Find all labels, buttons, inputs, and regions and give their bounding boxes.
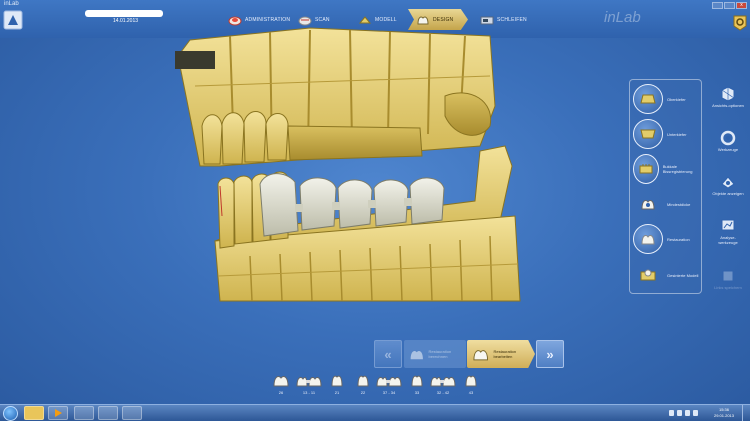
view-sintered-model[interactable]: Gesinterte Modell (633, 258, 701, 292)
save-button[interactable]: Links speichern (712, 268, 744, 290)
help-icon[interactable] (732, 14, 748, 32)
start-button[interactable] (3, 406, 18, 421)
min-thickness-icon (633, 189, 663, 219)
tool-label: Analyse-werkzeuge (718, 235, 738, 245)
view-label: Gesinterte Modell (667, 272, 699, 278)
taskbar-app-media[interactable] (48, 406, 68, 420)
minimize-button[interactable] (712, 2, 723, 9)
taskbar-app-folder[interactable] (24, 406, 44, 420)
tooth-43[interactable]: 43 (457, 372, 485, 395)
view-options-button[interactable]: Ansichts-optionen (712, 86, 744, 108)
tools-button[interactable]: Werkzeuge (712, 130, 744, 152)
bridge-icon (376, 377, 402, 387)
tooth-32-42[interactable]: 32 - 42 (429, 372, 457, 395)
clock-date: 29.01.2013 (713, 413, 734, 418)
view-label: Mindestdicke (667, 201, 691, 207)
upper-jaw-icon (633, 84, 663, 114)
view-min-thickness[interactable]: Mindestdicke (633, 187, 701, 221)
buccal-bite-icon (633, 154, 659, 184)
close-button[interactable]: x (736, 2, 747, 9)
maximize-button[interactable] (724, 2, 735, 9)
step-label: Restauration berechnen (428, 349, 452, 359)
crown-icon (273, 376, 289, 387)
previous-step-button[interactable]: « (374, 340, 402, 368)
tool-label: Werkzeuge (717, 147, 739, 152)
tooth-label: 21 (334, 390, 340, 395)
tool-label: Objekte anzeigen (712, 191, 744, 196)
tooth-22[interactable]: 22 (349, 372, 377, 395)
view-options-icon (721, 86, 735, 102)
crown-icon (411, 375, 423, 387)
step-navigation: « Restauration berechnen Restauration be… (374, 340, 564, 368)
analysis-tools-icon (721, 219, 735, 231)
view-label: Unterkiefer (667, 131, 687, 137)
tooth-label: 43 (468, 390, 474, 395)
inlab-app-icon[interactable] (3, 9, 23, 31)
view-upper-jaw[interactable]: Oberkiefer (633, 82, 701, 116)
tooth-21[interactable]: 21 (323, 372, 351, 395)
tooth-label: 13 - 11 (302, 390, 316, 395)
bridge-icon (430, 377, 456, 387)
view-lower-jaw[interactable]: Unterkiefer (633, 117, 701, 151)
window-title: inLab (4, 1, 19, 7)
tool-label: Links speichern (714, 285, 742, 290)
tray-icon[interactable] (685, 410, 690, 416)
step-previous[interactable]: Restauration berechnen (404, 340, 466, 368)
tooth-label: 22 (360, 390, 366, 395)
tooth-label: 37 - 34 (382, 390, 396, 395)
crown-icon (331, 375, 343, 387)
view-label: Bukkale Bissregistrierung (662, 164, 693, 174)
play-icon (55, 409, 62, 417)
tray-icon[interactable] (669, 410, 674, 416)
show-objects-button[interactable]: Objekte anzeigen (712, 174, 744, 196)
tooth-37-34[interactable]: 37 - 34 (375, 372, 403, 395)
tooth-label: 32 - 42 (436, 390, 450, 395)
show-desktop-button[interactable] (742, 405, 750, 421)
step-label: Restauration bearbeiten (493, 349, 517, 359)
view-buccal-bite[interactable]: Bukkale Bissregistrierung (633, 152, 701, 186)
window-controls: x (712, 2, 747, 9)
system-tray (669, 410, 698, 416)
tooth-label: 26 (278, 390, 284, 395)
tools-icon (720, 130, 736, 146)
taskbar-app-3[interactable] (122, 406, 142, 420)
save-icon (722, 270, 734, 282)
bridge-icon (296, 377, 322, 387)
sintered-model-icon (633, 260, 663, 290)
taskbar: 15:36 29.01.2013 (0, 404, 750, 421)
taskbar-app-1[interactable] (74, 406, 94, 420)
step-current[interactable]: Restauration bearbeiten (467, 340, 535, 368)
clock[interactable]: 15:36 29.01.2013 (714, 407, 734, 419)
crown-icon (465, 375, 477, 387)
next-step-button[interactable]: » (536, 340, 564, 368)
tooth-33[interactable]: 33 (403, 372, 431, 395)
patient-name-redacted (85, 10, 163, 17)
view-restoration[interactable]: Restauration (633, 222, 701, 256)
view-label: Restauration (667, 236, 690, 242)
tray-icon[interactable] (693, 410, 698, 416)
edit-restoration-icon (473, 350, 489, 361)
tooth-13-11[interactable]: 13 - 11 (295, 372, 323, 395)
double-chevron-right-icon: » (546, 346, 554, 362)
analysis-tools-button[interactable]: Analyse-werkzeuge (712, 218, 744, 245)
crown-icon (357, 375, 369, 387)
taskbar-app-2[interactable] (98, 406, 118, 420)
view-label: Oberkiefer (667, 96, 686, 102)
case-date: 14.01.2013 (113, 18, 139, 24)
restoration-icon (633, 224, 663, 254)
tooth-label: 33 (414, 390, 420, 395)
lower-jaw-icon (633, 119, 663, 149)
brand-logo: inLab (604, 9, 641, 26)
tray-icon[interactable] (677, 410, 682, 416)
view-panel: Oberkiefer Unterkiefer Bukkale Bissregis… (629, 79, 702, 294)
double-chevron-left-icon: « (384, 346, 392, 362)
show-objects-icon (721, 176, 735, 189)
tooth-26[interactable]: 26 (267, 372, 295, 395)
tool-label: Ansichts-optionen (712, 103, 744, 108)
calculate-restoration-icon (410, 350, 423, 360)
dental-model-viewport[interactable] (160, 16, 530, 316)
